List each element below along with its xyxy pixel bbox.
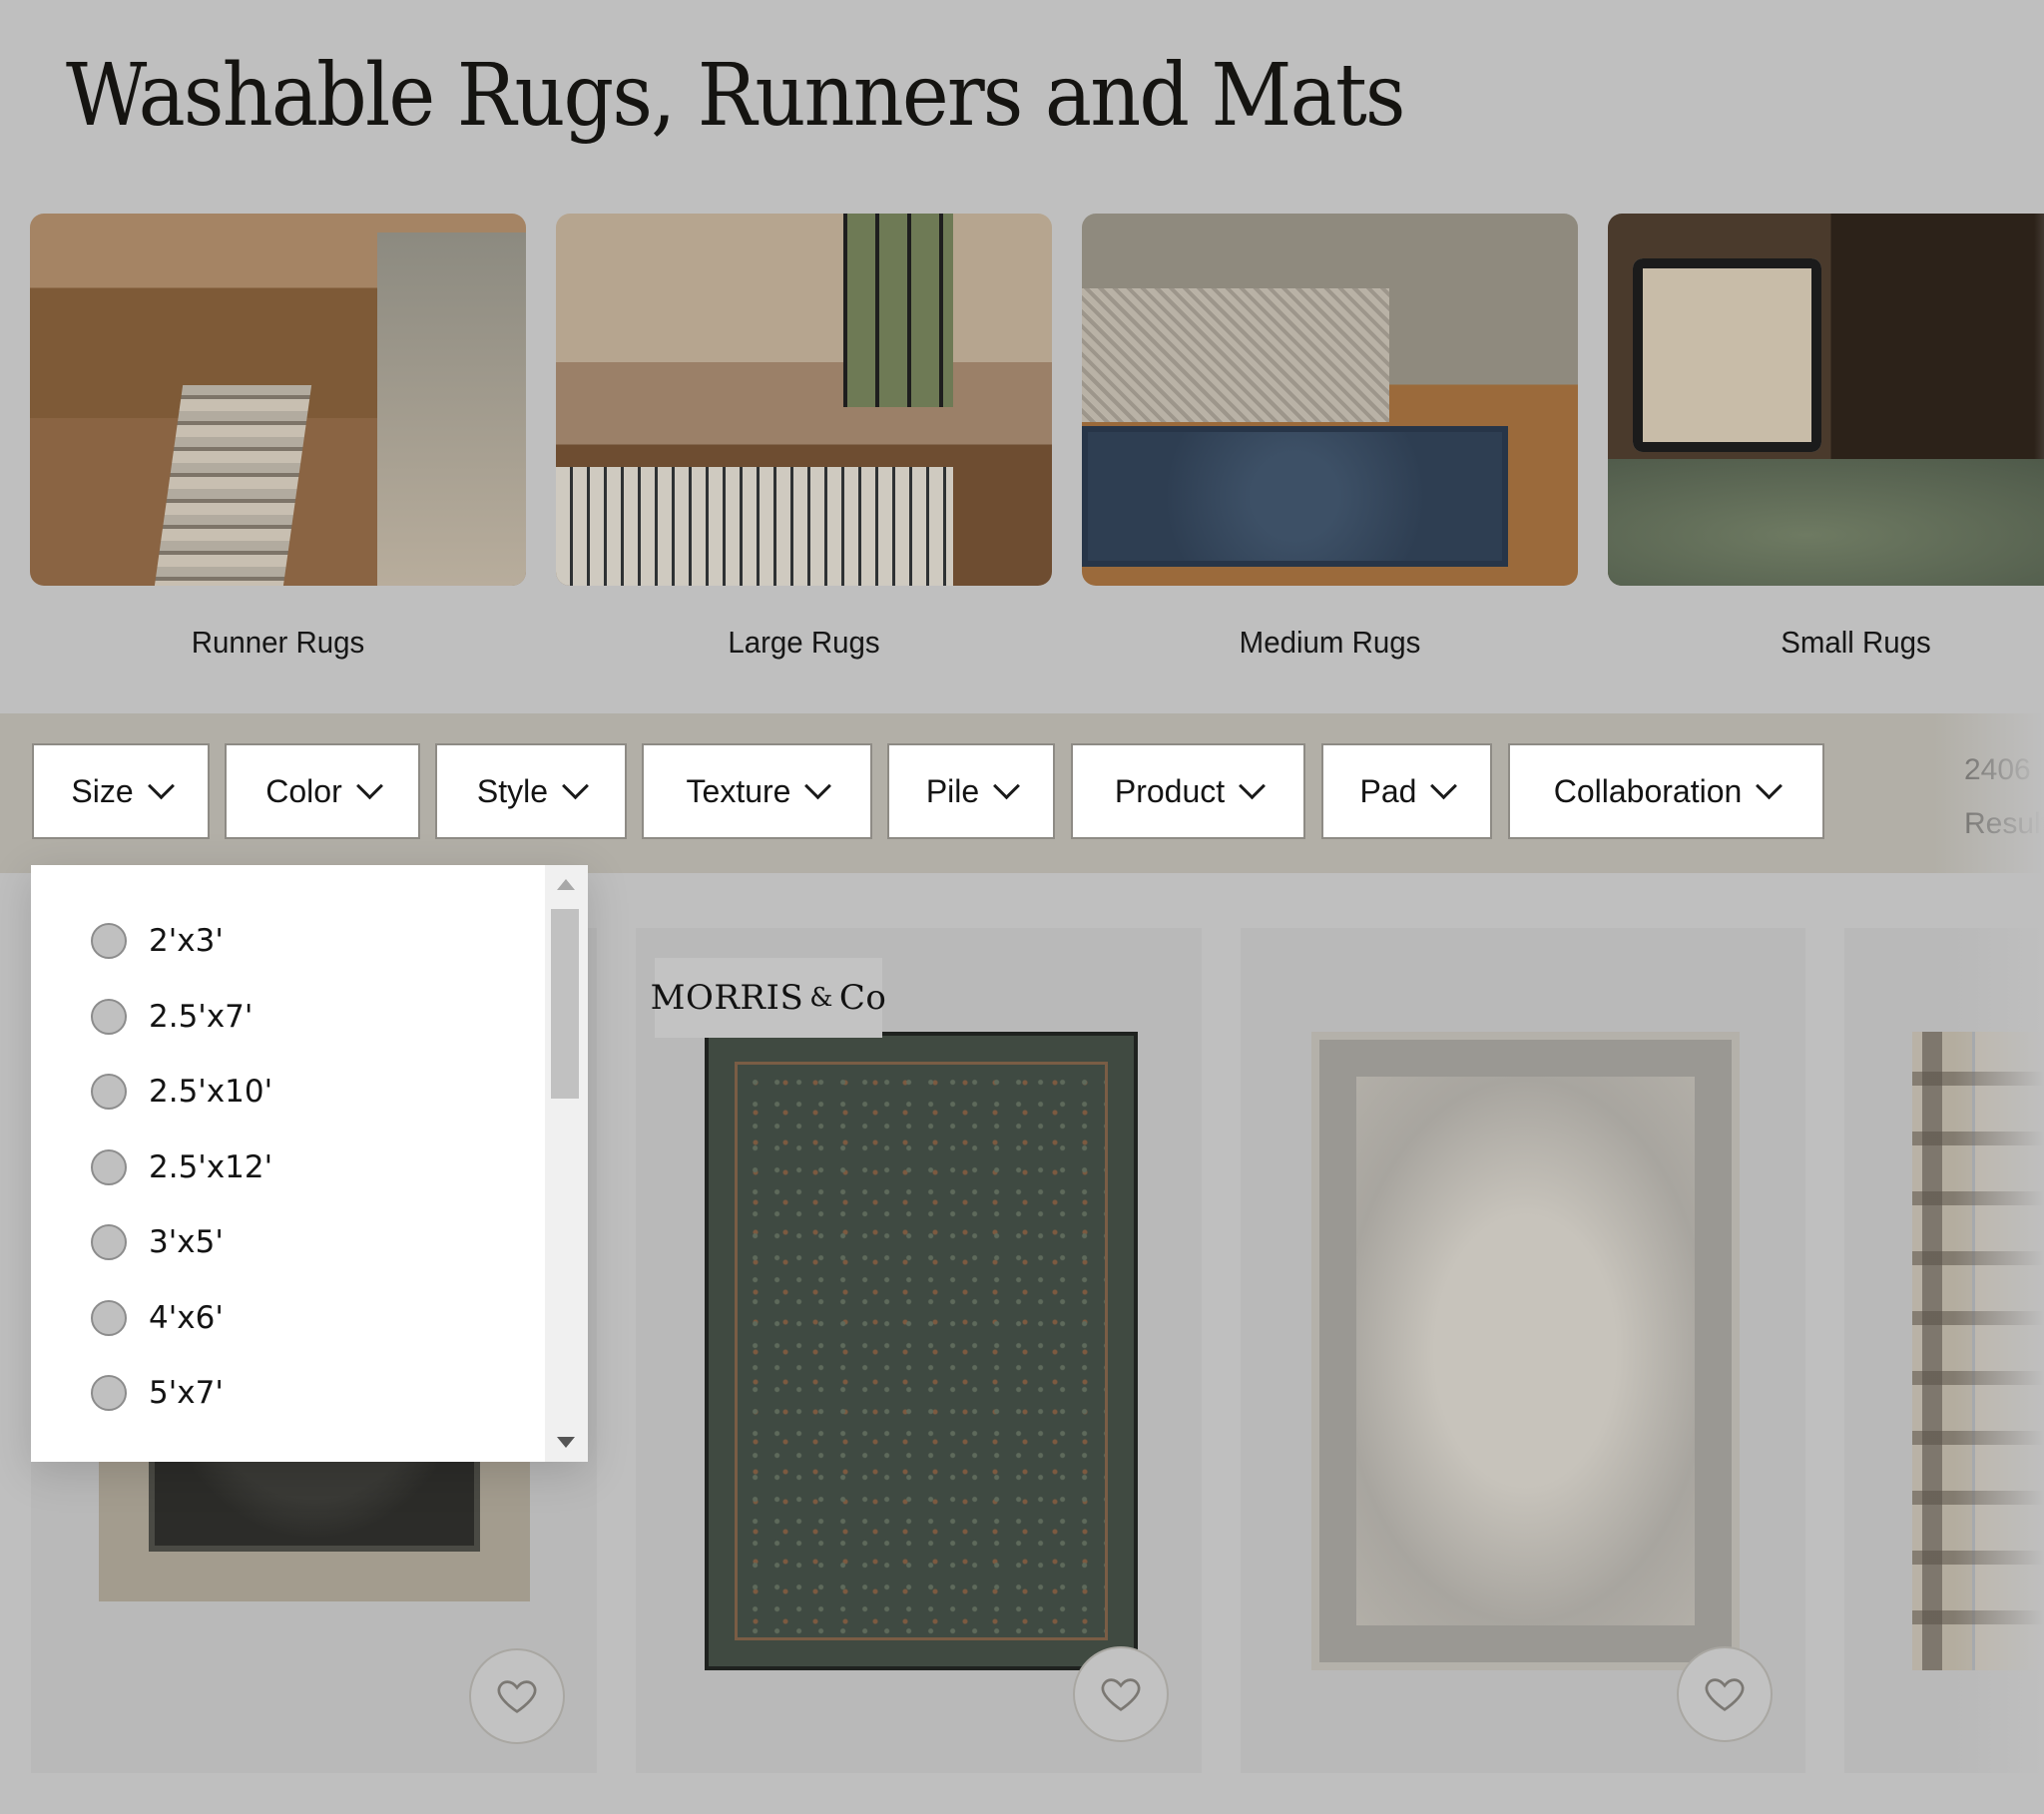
filter-bar: Size Color Style Texture Pile Product Pa… [0, 713, 2044, 873]
filter-label: Pile [925, 772, 980, 809]
size-option[interactable]: 2.5'x10' [91, 1074, 272, 1110]
size-option-label: 2.5'x12' [149, 1149, 273, 1185]
category-small-rugs[interactable]: Small Rugs [1608, 214, 2044, 660]
filter-pad-button[interactable]: Pad [1321, 743, 1492, 839]
size-option-label: 4'x6' [149, 1300, 224, 1336]
category-label[interactable]: Large Rugs [568, 625, 1039, 661]
brand-co: Co [838, 978, 887, 1018]
size-option-label: 3'x5' [149, 1224, 224, 1260]
filter-label: Style [476, 772, 549, 809]
category-runner-rugs[interactable]: Runner Rugs [30, 214, 526, 660]
radio-button[interactable] [91, 923, 127, 959]
radio-button[interactable] [91, 1300, 127, 1336]
scroll-fade [2034, 214, 2044, 586]
heart-icon [497, 1680, 537, 1713]
brand-badge: MORRIS & Co [651, 958, 886, 1038]
product-image[interactable] [705, 1032, 1138, 1670]
size-dropdown-panel: 2'x3' 2.5'x7' 2.5'x10' 2.5'x12' 3'x5' 4'… [31, 865, 588, 1462]
category-medium-rugs[interactable]: Medium Rugs [1082, 214, 1578, 660]
brand-name: MORRIS [650, 978, 804, 1018]
category-large-rugs[interactable]: Large Rugs [556, 214, 1052, 660]
filter-texture-button[interactable]: Texture [642, 743, 872, 839]
filter-label: Pad [1359, 772, 1417, 809]
size-options-list: 2'x3' 2.5'x7' 2.5'x10' 2.5'x12' 3'x5' 4'… [31, 865, 545, 1462]
size-option-label: 2'x3' [149, 923, 224, 959]
favorite-button[interactable] [1073, 1646, 1169, 1742]
product-card[interactable] [636, 928, 1202, 1773]
category-image-small-rugs[interactable] [1608, 214, 2044, 586]
filter-pile-button[interactable]: Pile [887, 743, 1055, 839]
size-option[interactable]: 2.5'x12' [91, 1149, 272, 1185]
favorite-button[interactable] [469, 1648, 565, 1744]
category-label[interactable]: Small Rugs [1620, 625, 2044, 661]
radio-button[interactable] [91, 1149, 127, 1185]
heart-icon [1705, 1678, 1745, 1711]
product-image[interactable] [1311, 1032, 1740, 1670]
chevron-down-icon [355, 771, 383, 799]
chevron-down-icon [993, 771, 1021, 799]
category-image-large-rugs[interactable] [556, 214, 1052, 586]
category-image-medium-rugs[interactable] [1082, 214, 1578, 586]
filter-style-button[interactable]: Style [435, 743, 627, 839]
size-option[interactable]: 2'x3' [91, 923, 224, 959]
heart-icon [1101, 1678, 1141, 1711]
category-image-runner-rugs[interactable] [30, 214, 526, 586]
chevron-down-icon [1239, 771, 1267, 799]
category-label[interactable]: Medium Rugs [1094, 625, 1565, 661]
filter-collaboration-button[interactable]: Collaboration [1508, 743, 1824, 839]
category-label[interactable]: Runner Rugs [42, 625, 513, 661]
filter-label: Product [1114, 772, 1226, 809]
filter-label: Color [265, 772, 342, 809]
favorite-button[interactable] [1677, 1646, 1773, 1742]
filter-label: Texture [686, 772, 791, 809]
size-option-label: 2.5'x10' [149, 1074, 273, 1110]
filter-color-button[interactable]: Color [225, 743, 420, 839]
filter-label: Size [71, 772, 134, 809]
radio-button[interactable] [91, 1074, 127, 1110]
scrollbar-thumb[interactable] [551, 909, 579, 1099]
size-option[interactable]: 2.5'x7' [91, 999, 253, 1035]
filter-size-button[interactable]: Size [32, 743, 210, 839]
radio-button[interactable] [91, 999, 127, 1035]
radio-button[interactable] [91, 1375, 127, 1411]
scroll-fade [1954, 928, 2044, 1773]
chevron-down-icon [562, 771, 589, 799]
product-card[interactable] [1241, 928, 1805, 1773]
chevron-down-icon [804, 771, 832, 799]
filter-label: Collaboration [1553, 772, 1743, 809]
dropdown-scrollbar[interactable] [545, 865, 588, 1462]
size-option[interactable]: 4'x6' [91, 1300, 224, 1336]
scroll-fade [1934, 713, 2044, 873]
radio-button[interactable] [91, 1224, 127, 1260]
size-option[interactable]: 5'x7' [91, 1375, 224, 1411]
filter-product-button[interactable]: Product [1071, 743, 1305, 839]
chevron-down-icon [147, 771, 175, 799]
page-title: Washable Rugs, Runners and Mats [66, 46, 1406, 146]
size-option[interactable]: 3'x5' [91, 1224, 224, 1260]
product-card[interactable] [1844, 928, 2044, 1773]
brand-ampersand: & [809, 983, 833, 1013]
size-option-label: 2.5'x7' [149, 999, 254, 1035]
size-option-label: 5'x7' [149, 1375, 224, 1411]
chevron-down-icon [1756, 771, 1784, 799]
scroll-up-arrow-icon[interactable] [557, 879, 575, 890]
scroll-down-arrow-icon[interactable] [557, 1437, 575, 1448]
chevron-down-icon [1430, 771, 1458, 799]
